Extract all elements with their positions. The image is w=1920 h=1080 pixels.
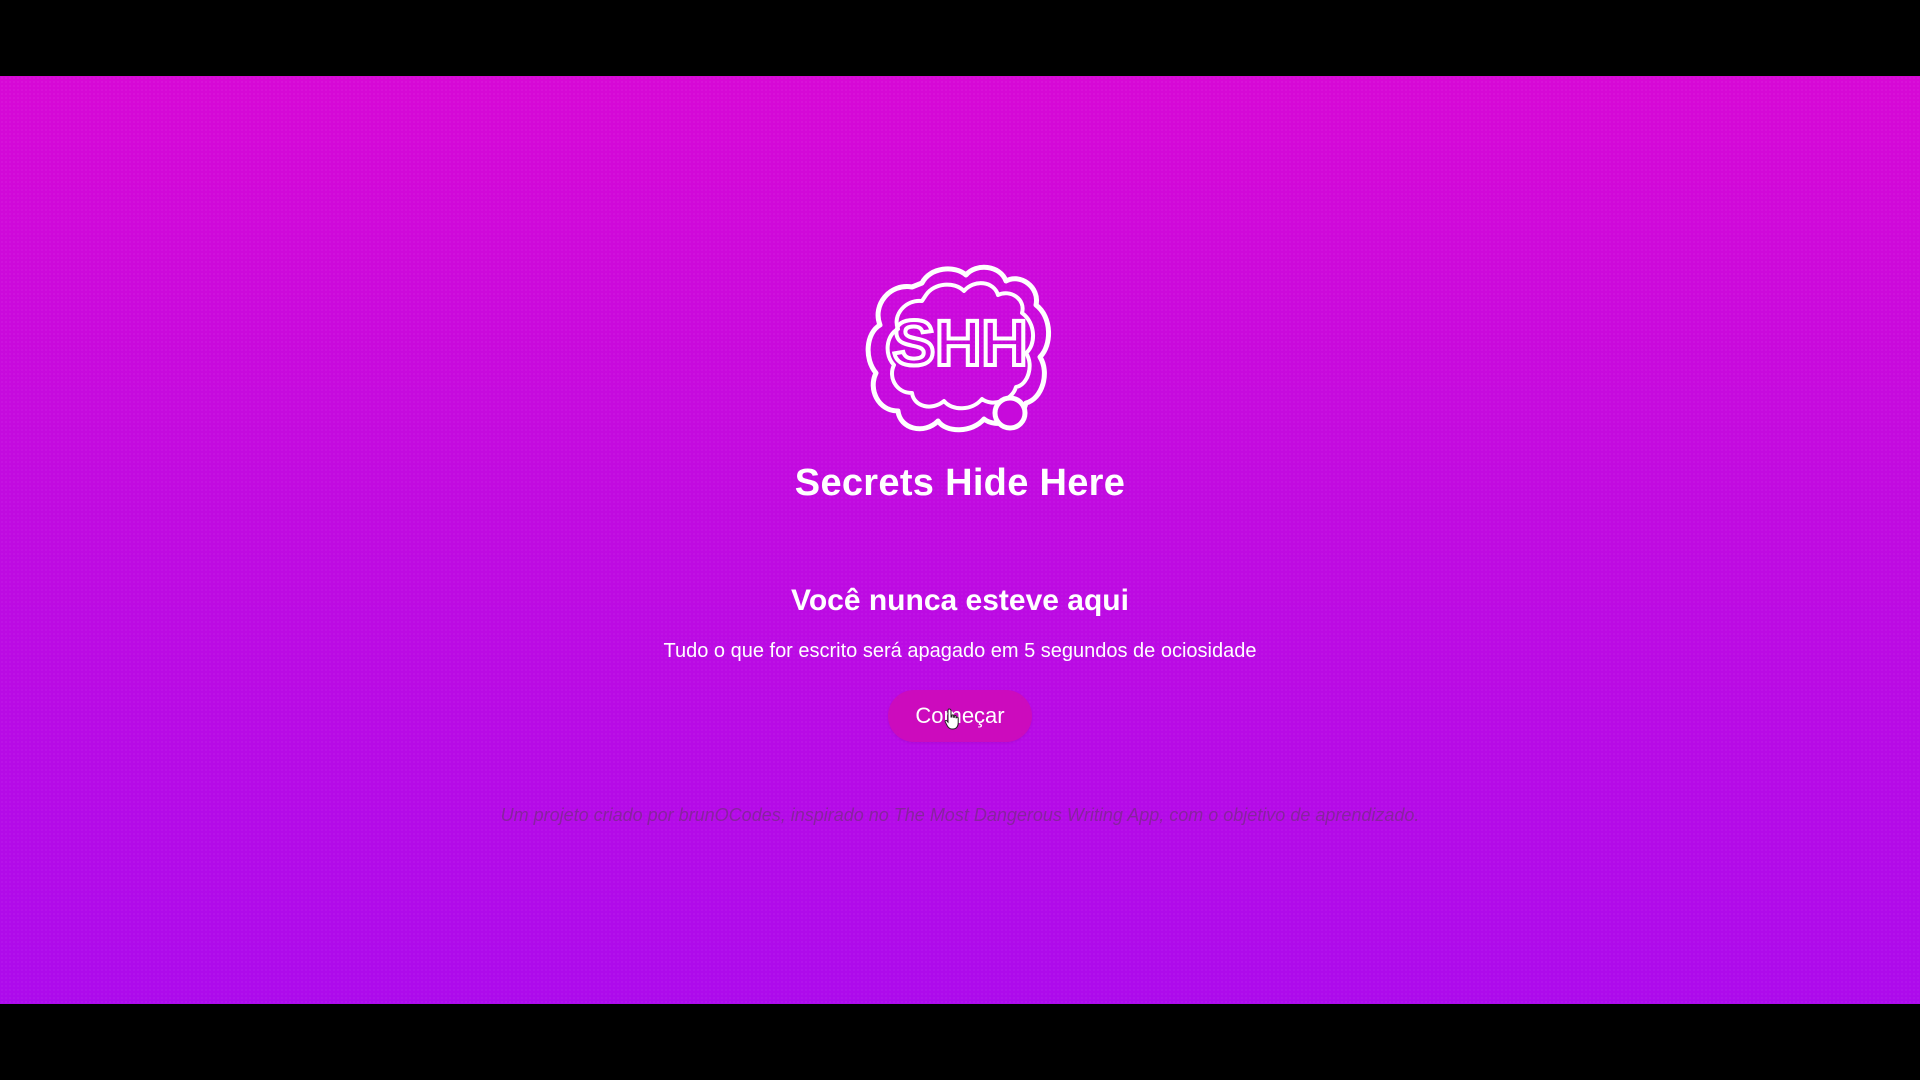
footer-reference-link[interactable]: The Most Dangerous Writing App (894, 805, 1159, 825)
screen: SHH Secrets Hide Here Você nunca esteve … (0, 0, 1920, 1080)
footer-credits: Um projeto criado por brunOCodes, inspir… (0, 805, 1920, 826)
letterbox-top (0, 0, 1920, 76)
landing-content: SHH Secrets Hide Here Você nunca esteve … (0, 76, 1920, 1004)
app-title: Secrets Hide Here (794, 462, 1126, 504)
footer-prefix: Um projeto criado por brunOCodes, inspir… (500, 805, 894, 825)
footer-suffix: , com o objetivo de aprendizado. (1159, 805, 1420, 825)
hero-subtitle: Tudo o que for escrito será apagado em 5… (663, 640, 1257, 662)
hero-headline: Você nunca esteve aqui (791, 584, 1129, 617)
start-button[interactable]: Começar (888, 690, 1032, 742)
shh-logo-icon: SHH (860, 261, 1060, 441)
page-viewport: SHH Secrets Hide Here Você nunca esteve … (0, 76, 1920, 1004)
svg-text:SHH: SHH (892, 307, 1027, 379)
hand-pointer-cursor-icon (944, 708, 960, 730)
letterbox-bottom (0, 1004, 1920, 1080)
